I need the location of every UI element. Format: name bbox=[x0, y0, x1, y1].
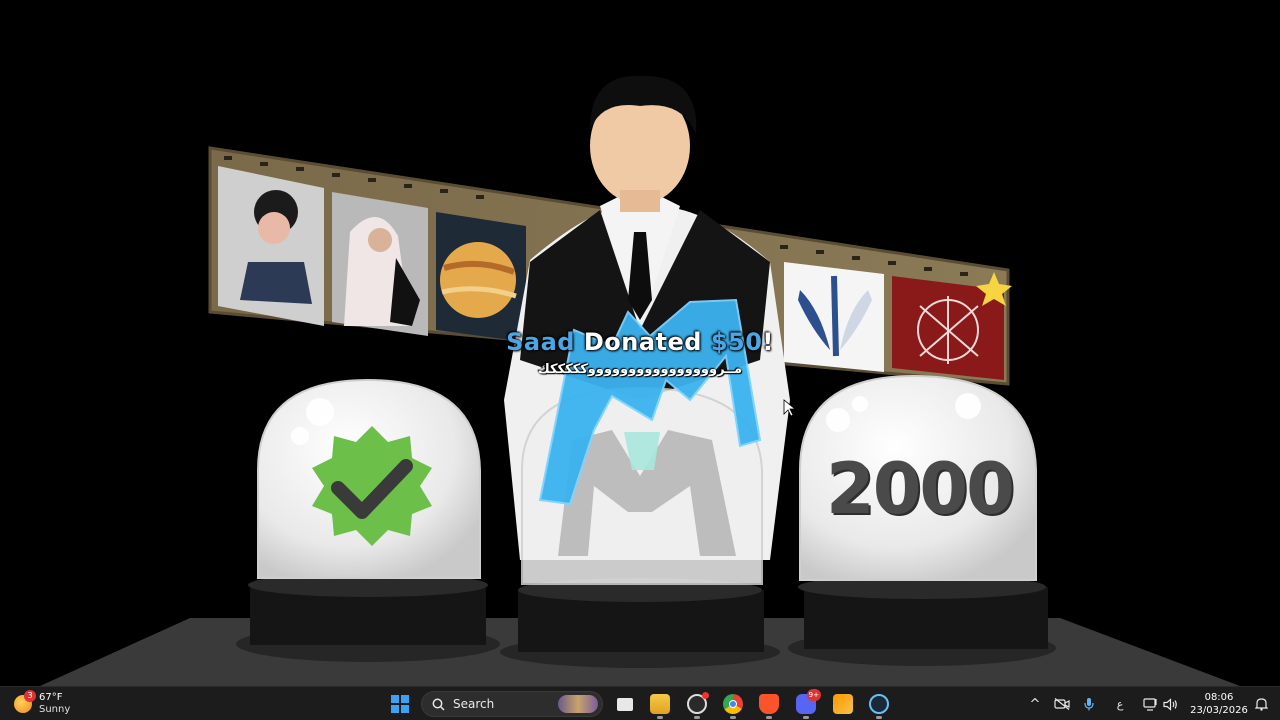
discord-badge: 9+ bbox=[806, 689, 821, 701]
sublime-icon bbox=[833, 694, 853, 714]
alert-suffix: ! bbox=[762, 328, 774, 356]
file-explorer-button[interactable] bbox=[645, 687, 675, 720]
steam-icon bbox=[869, 694, 889, 714]
clock-button[interactable]: 08:06 23/03/2026 bbox=[1186, 687, 1252, 720]
network-icon bbox=[1142, 697, 1157, 711]
search-highlight-image bbox=[558, 695, 598, 713]
task-view-button[interactable] bbox=[610, 687, 640, 720]
film-frame-planet bbox=[436, 212, 526, 342]
stream-overlay-scene: 2000 Saad Donated $50! مــرووووووووووووو… bbox=[0, 0, 1280, 686]
donation-message: مــرووووووووووووووووكككككك bbox=[537, 362, 743, 377]
weather-widget[interactable]: 3 67°F Sunny bbox=[14, 687, 104, 720]
discord-icon: 9+ bbox=[796, 689, 821, 714]
microphone-button[interactable] bbox=[1080, 687, 1098, 720]
chrome-button[interactable] bbox=[718, 687, 748, 720]
donation-alert-title: Saad Donated $50! bbox=[505, 328, 775, 356]
search-icon bbox=[432, 698, 445, 711]
input-language-button[interactable]: ع bbox=[1110, 687, 1130, 720]
search-label: Search bbox=[453, 697, 495, 711]
network-button[interactable] bbox=[1140, 687, 1160, 720]
chrome-icon bbox=[723, 694, 743, 714]
weather-temp: 67°F bbox=[39, 692, 63, 703]
clock-date: 23/03/2026 bbox=[1190, 705, 1248, 716]
windows-logo-icon bbox=[391, 695, 409, 713]
brave-button[interactable] bbox=[754, 687, 784, 720]
microphone-icon bbox=[1084, 698, 1094, 711]
sublime-button[interactable] bbox=[828, 687, 858, 720]
brave-icon bbox=[759, 694, 779, 714]
notifications-button[interactable] bbox=[1250, 687, 1272, 720]
language-indicator: ع bbox=[1116, 697, 1124, 711]
weather-condition: Sunny bbox=[39, 704, 71, 715]
film-frame-shemagh bbox=[332, 192, 428, 336]
donation-amount: $50 bbox=[710, 328, 763, 356]
donation-alert: Saad Donated $50! مــرووووووووووووووووكك… bbox=[505, 328, 775, 377]
taskbar: 3 67°F Sunny Search 9+ ^ ع 08:06 23/03/2… bbox=[0, 686, 1280, 720]
film-frame-scout-emblem bbox=[784, 262, 884, 372]
volume-button[interactable] bbox=[1160, 687, 1180, 720]
search-box[interactable]: Search bbox=[421, 691, 603, 717]
clock-time: 08:06 bbox=[1204, 692, 1234, 703]
counter-label: 2000 bbox=[826, 448, 1015, 530]
discord-button[interactable]: 9+ bbox=[791, 687, 821, 720]
start-button[interactable] bbox=[388, 687, 412, 720]
sun-icon: 3 bbox=[14, 690, 36, 713]
task-view-icon bbox=[617, 697, 633, 711]
film-frame-boy bbox=[218, 166, 324, 326]
left-dome bbox=[236, 378, 500, 662]
bell-icon bbox=[1254, 698, 1268, 711]
speaker-icon bbox=[1162, 697, 1177, 711]
camera-off-button[interactable] bbox=[1052, 687, 1072, 720]
donor-name: Saad bbox=[506, 328, 575, 356]
steam-button[interactable] bbox=[864, 687, 894, 720]
obs-icon bbox=[687, 692, 709, 714]
donated-word: Donated bbox=[574, 328, 711, 356]
show-hidden-icons-button[interactable]: ^ bbox=[1026, 687, 1044, 720]
camera-off-icon bbox=[1054, 698, 1070, 710]
weather-badge: 3 bbox=[24, 690, 36, 702]
file-explorer-icon bbox=[650, 694, 670, 714]
chevron-up-icon: ^ bbox=[1029, 696, 1041, 712]
obs-button[interactable] bbox=[682, 687, 712, 720]
